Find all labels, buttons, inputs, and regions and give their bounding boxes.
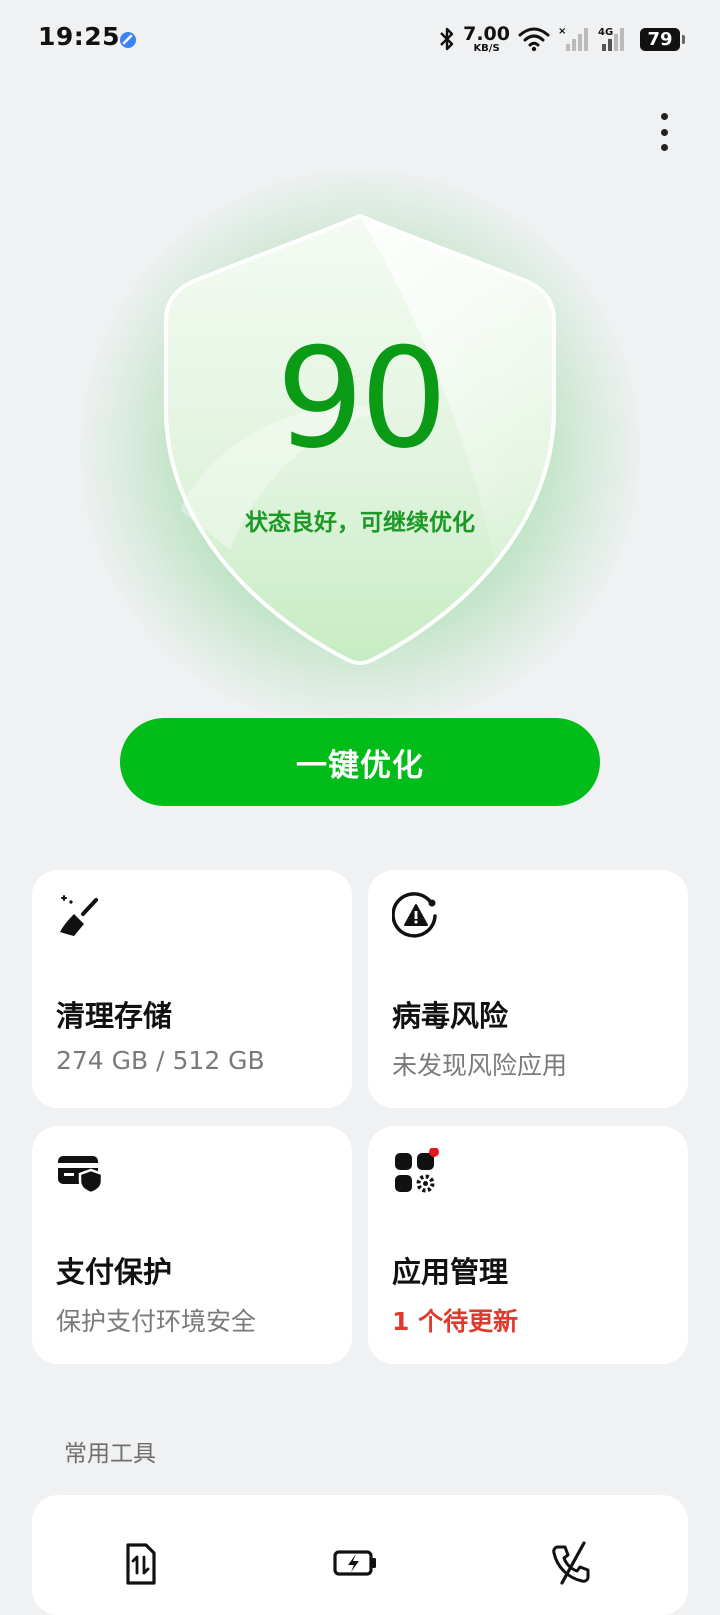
card-clean-storage[interactable]: 清理存储 274 GB / 512 GB (32, 870, 352, 1108)
card-subtitle: 未发现风险应用 (392, 1051, 568, 1080)
optimize-button[interactable]: 一键优化 (120, 718, 600, 806)
virus-warning-icon (392, 892, 437, 938)
app-manage-icon (395, 1148, 439, 1193)
health-status-text: 状态良好，可继续优化 (245, 510, 475, 536)
more-dot-icon (660, 113, 668, 120)
more-dot-icon (660, 128, 668, 136)
status-icons: 7.00 KB/S × 4G 79 (439, 22, 685, 56)
card-subtitle: 保护支付环境安全 (56, 1307, 257, 1336)
signal-icon-sim2: 4G (598, 27, 624, 51)
status-time: 19:25 (38, 22, 121, 51)
sim-data-icon[interactable] (116, 1539, 164, 1587)
call-block-icon[interactable] (548, 1539, 596, 1587)
signal-icon-sim1: × (558, 26, 588, 51)
card-subtitle-alert: 1 个待更新 (392, 1307, 519, 1336)
section-label-tools: 常用工具 (64, 1441, 156, 1467)
app-notification-icon (120, 32, 136, 48)
battery-indicator: 79 (640, 27, 685, 51)
card-payment-protection[interactable]: 支付保护 保护支付环境安全 (32, 1126, 352, 1364)
network-type-label: 4G (598, 27, 613, 38)
more-options-button[interactable] (645, 110, 683, 154)
status-bar: 19:25 7.00 KB/S × 4G 79 (0, 0, 720, 80)
net-speed-unit: KB/S (473, 42, 500, 54)
payment-shield-icon (58, 1156, 104, 1195)
more-dot-icon (660, 144, 668, 151)
card-title: 应用管理 (392, 1255, 509, 1289)
card-title: 病毒风险 (392, 999, 509, 1033)
net-speed: 7.00 KB/S (463, 22, 510, 54)
card-virus-risk[interactable]: 病毒风险 未发现风险应用 (368, 870, 688, 1108)
wifi-icon (518, 27, 550, 52)
card-title: 清理存储 (56, 999, 173, 1033)
card-app-management[interactable]: 应用管理 1 个待更新 (368, 1126, 688, 1364)
card-title: 支付保护 (56, 1255, 173, 1289)
tools-card (32, 1495, 688, 1615)
card-subtitle: 274 GB / 512 GB (56, 1046, 265, 1075)
battery-charge-icon[interactable] (332, 1539, 380, 1587)
bluetooth-icon (440, 27, 454, 51)
svg-text:×: × (558, 26, 566, 37)
health-score: 90 (276, 318, 448, 479)
broom-icon (60, 895, 98, 936)
net-speed-value: 7.00 (463, 22, 510, 45)
